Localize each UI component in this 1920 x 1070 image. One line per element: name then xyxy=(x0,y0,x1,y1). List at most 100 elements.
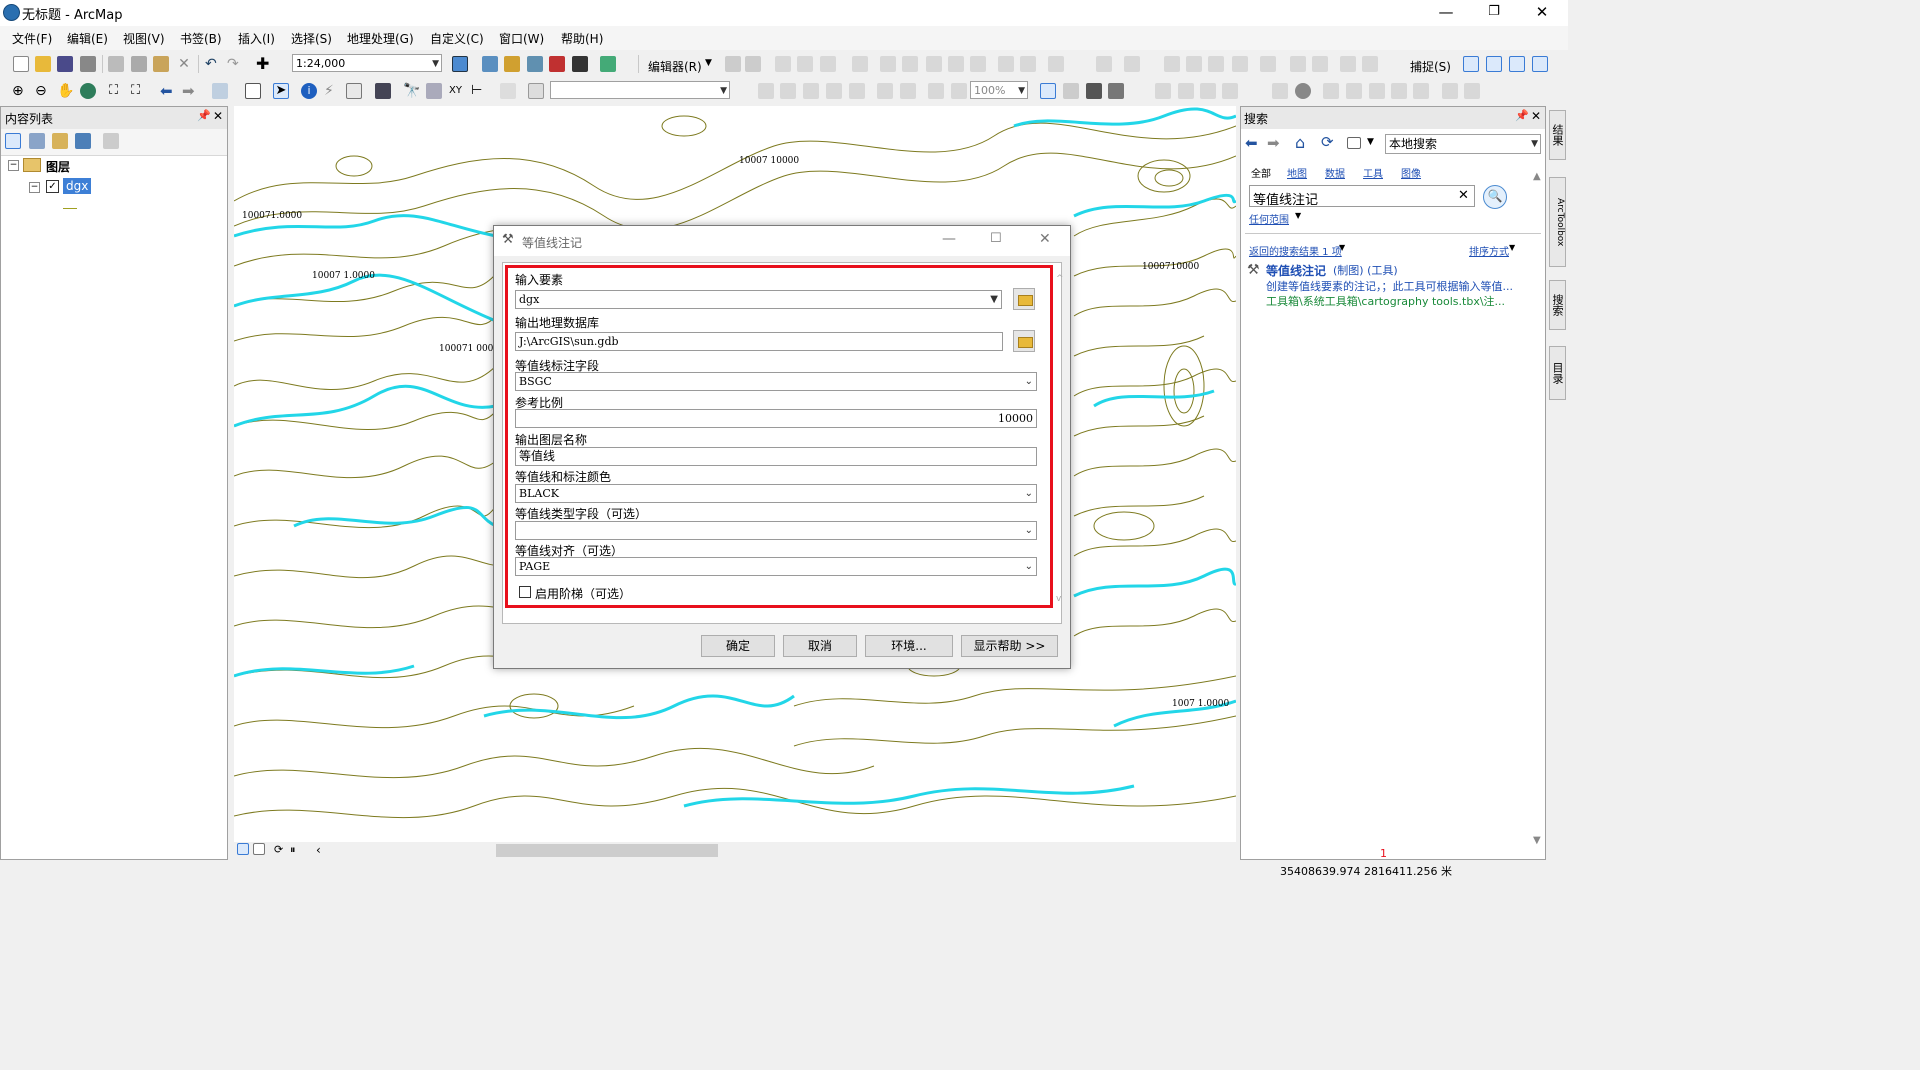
clear-search-icon[interactable]: ✕ xyxy=(1458,188,1469,203)
search-tab-tools[interactable]: 工具 xyxy=(1363,165,1383,180)
collapse-layer-icon[interactable]: − xyxy=(29,182,40,193)
minimize-button[interactable]: — xyxy=(1426,2,1466,22)
grid-icon[interactable] xyxy=(1369,83,1385,99)
table-icon[interactable] xyxy=(1391,83,1407,99)
search-side-tab[interactable]: 搜索 xyxy=(1549,280,1566,330)
scale-combo[interactable]: 1:24,000 ▼ xyxy=(292,54,442,72)
dialog-close-icon[interactable]: ✕ xyxy=(1039,231,1051,247)
find-route-icon[interactable] xyxy=(426,83,442,99)
draw-curve-icon[interactable] xyxy=(1178,83,1194,99)
modelbuilder-icon[interactable] xyxy=(600,56,616,72)
utility-icon[interactable] xyxy=(1346,83,1362,99)
editor-menu[interactable]: 编辑器(R) xyxy=(648,58,702,75)
layout-zoom-in-icon[interactable] xyxy=(758,83,774,99)
split-icon[interactable] xyxy=(948,56,964,72)
select-features-icon[interactable] xyxy=(212,83,228,99)
topology-icon[interactable] xyxy=(1124,56,1140,72)
list-by-visibility-icon[interactable] xyxy=(52,133,68,149)
layer-dropdown-icon[interactable] xyxy=(528,83,544,99)
layout-zoom-out-icon[interactable] xyxy=(780,83,796,99)
edit-vertices-icon[interactable] xyxy=(880,56,896,72)
fixed-zoom-in-icon[interactable]: ⛶ xyxy=(109,83,125,99)
edit-tool-icon[interactable] xyxy=(725,56,741,72)
sketch-properties-icon[interactable] xyxy=(1020,56,1036,72)
menu-customize[interactable]: 自定义(C) xyxy=(430,30,484,47)
identify-icon[interactable]: i xyxy=(301,83,317,99)
vertex-snap-icon[interactable] xyxy=(1509,56,1525,72)
straight-segment-icon[interactable] xyxy=(775,56,791,72)
zoom-100-icon[interactable] xyxy=(849,83,865,99)
dialog-minimize-icon[interactable]: — xyxy=(942,231,956,247)
menu-insert[interactable]: 插入(I) xyxy=(238,30,275,47)
point-icon[interactable] xyxy=(852,56,868,72)
goto-xy-icon[interactable]: XY xyxy=(449,83,465,99)
environments-button[interactable]: 环境... xyxy=(865,635,953,657)
search-scope-select[interactable]: 本地搜索 ▼ xyxy=(1385,134,1541,154)
paste-icon[interactable] xyxy=(153,56,169,72)
zoom-whole-page-icon[interactable] xyxy=(826,83,842,99)
line-intersection-icon[interactable] xyxy=(1260,56,1276,72)
back-page-icon[interactable] xyxy=(928,83,944,99)
data-view-icon[interactable] xyxy=(237,843,249,855)
search-tab-images[interactable]: 图像 xyxy=(1401,165,1421,180)
edit-annotation-icon[interactable] xyxy=(745,56,761,72)
trim-icon[interactable] xyxy=(1232,56,1248,72)
search-scope-link[interactable]: 任何范围 xyxy=(1249,211,1289,226)
settings-tool-icon[interactable] xyxy=(1464,83,1480,99)
menu-help[interactable]: 帮助(H) xyxy=(561,30,603,47)
menu-geoprocessing[interactable]: 地理处理(G) xyxy=(347,30,414,47)
list-by-source-icon[interactable] xyxy=(29,133,45,149)
select-elements-icon[interactable]: ➤ xyxy=(273,83,289,99)
toc-options-icon[interactable] xyxy=(103,133,119,149)
smooth-icon[interactable] xyxy=(1340,56,1356,72)
arctoolbox-icon[interactable] xyxy=(549,56,565,72)
open-icon[interactable] xyxy=(35,56,51,72)
layer-name-dgx[interactable]: dgx xyxy=(63,178,92,194)
measure-icon[interactable] xyxy=(375,83,391,99)
search-close-icon[interactable]: ✕ xyxy=(1531,109,1541,123)
full-extent-icon[interactable] xyxy=(80,83,96,99)
print-icon[interactable] xyxy=(80,56,96,72)
arctoolbox-side-tab[interactable]: ArcToolbox xyxy=(1549,177,1566,267)
delete-icon[interactable]: ✕ xyxy=(176,56,192,72)
draw-polygon-icon[interactable] xyxy=(1200,83,1216,99)
python-window-icon[interactable] xyxy=(572,56,588,72)
trace-icon[interactable] xyxy=(820,56,836,72)
pan-icon[interactable]: ✋ xyxy=(57,83,74,99)
search-input[interactable]: 等值线注记 ✕ xyxy=(1249,185,1475,208)
forward-extent-icon[interactable]: ➡ xyxy=(182,83,198,99)
result-count-dropdown-icon[interactable]: ▼ xyxy=(1339,243,1345,252)
data-driven-pages-icon[interactable] xyxy=(1108,83,1124,99)
horizontal-scrollbar-thumb[interactable] xyxy=(496,844,718,857)
layout-pan-icon[interactable] xyxy=(803,83,819,99)
fixed-zoom-out-layout-icon[interactable] xyxy=(900,83,916,99)
restore-button[interactable]: ❐ xyxy=(1474,2,1514,22)
ok-button[interactable]: 确定 xyxy=(701,635,775,657)
html-popup-icon[interactable] xyxy=(346,83,362,99)
list-by-selection-icon[interactable] xyxy=(75,133,91,149)
align-icon[interactable] xyxy=(1362,56,1378,72)
params-scroll-down-icon[interactable]: v xyxy=(1056,594,1061,604)
clear-selection-icon[interactable] xyxy=(245,83,261,99)
hyperlink-icon[interactable]: ⚡ xyxy=(324,83,340,99)
search-scroll-up-icon[interactable]: ▲ xyxy=(1533,171,1541,182)
back-extent-icon[interactable]: ⬅ xyxy=(160,83,176,99)
scroll-left-icon[interactable]: ‹ xyxy=(316,843,321,857)
search-tab-data[interactable]: 数据 xyxy=(1325,165,1345,180)
layout-view-icon[interactable] xyxy=(253,843,265,855)
create-features-icon[interactable] xyxy=(1048,56,1064,72)
network-icon[interactable] xyxy=(1323,83,1339,99)
toc-close-icon[interactable]: ✕ xyxy=(213,109,223,123)
undo-icon[interactable]: ↶ xyxy=(205,56,221,72)
result-count-link[interactable]: 返回的搜索结果 1 项 xyxy=(1249,243,1342,258)
menu-file[interactable]: 文件(F) xyxy=(12,30,52,47)
editor-dropdown-icon[interactable]: ▼ xyxy=(705,58,712,68)
draw-text-icon[interactable] xyxy=(1222,83,1238,99)
search-scroll-down-icon[interactable]: ▼ xyxy=(1533,835,1541,846)
menu-edit[interactable]: 编辑(E) xyxy=(67,30,108,47)
generalize-icon[interactable] xyxy=(1312,56,1328,72)
change-layout-icon[interactable] xyxy=(1086,83,1102,99)
globe-tool-icon[interactable] xyxy=(1295,83,1311,99)
advanced-edit-icon[interactable] xyxy=(1164,56,1180,72)
result-title[interactable]: 等值线注记 xyxy=(1266,262,1326,279)
